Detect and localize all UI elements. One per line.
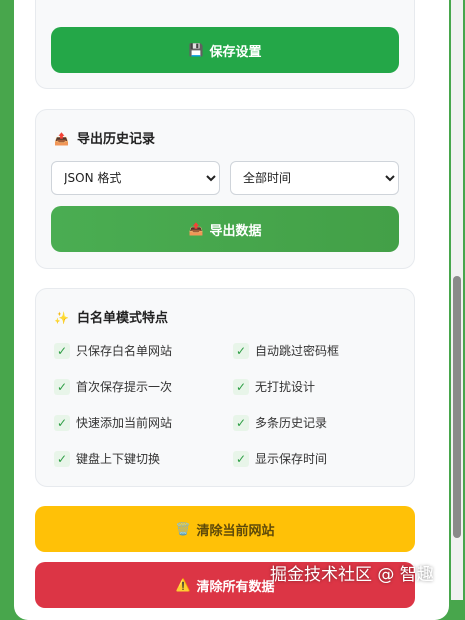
feature-item: ✓ 多条历史记录 <box>233 414 327 431</box>
check-icon: ✓ <box>54 379 70 395</box>
clear-current-site-label: 清除当前网站 <box>196 523 275 539</box>
feature-item: ✓ 键盘上下键切换 <box>54 450 160 467</box>
export-title-text: 导出历史记录 <box>77 132 156 147</box>
check-icon: ✓ <box>54 451 70 467</box>
check-icon: ✓ <box>54 343 70 359</box>
outbox-tray-icon: 📤 <box>188 222 204 236</box>
export-data-label: 导出数据 <box>209 223 262 239</box>
whitelist-title: ✨ 白名单模式特点 <box>54 307 168 326</box>
settings-panel: 💾 保存设置 📤 导出历史记录 JSON 格式 全部时间 📤 导出数据 ✨ 白名单模… <box>14 0 449 620</box>
outbox-tray-icon: 📤 <box>54 132 69 146</box>
scrollbar-thumb[interactable] <box>453 276 461 538</box>
clear-current-site-button[interactable]: 🗑️ 清除当前网站 <box>35 506 415 552</box>
feature-item: ✓ 首次保存提示一次 <box>54 378 172 395</box>
check-icon: ✓ <box>233 451 249 467</box>
export-section: 📤 导出历史记录 JSON 格式 全部时间 📤 导出数据 <box>35 109 415 269</box>
feature-item: ✓ 只保存白名单网站 <box>54 342 172 359</box>
feature-item: ✓ 无打扰设计 <box>233 378 315 395</box>
export-range-select[interactable]: 全部时间 <box>230 161 399 195</box>
feature-item: ✓ 自动跳过密码框 <box>233 342 339 359</box>
check-icon: ✓ <box>54 415 70 431</box>
check-icon: ✓ <box>233 343 249 359</box>
trash-can-icon: 🗑️ <box>175 522 191 536</box>
check-icon: ✓ <box>233 379 249 395</box>
export-format-select[interactable]: JSON 格式 <box>51 161 220 195</box>
warning-icon: ⚠️ <box>175 578 191 592</box>
sparkles-icon: ✨ <box>54 311 69 325</box>
settings-section: 💾 保存设置 <box>35 0 415 89</box>
whitelist-title-text: 白名单模式特点 <box>77 311 169 326</box>
floppy-disk-icon: 💾 <box>188 43 204 57</box>
clear-all-data-label: 清除所有数据 <box>196 579 275 595</box>
watermark: 掘金技术社区 @ 智趣 <box>270 565 434 585</box>
feature-item: ✓ 显示保存时间 <box>233 450 327 467</box>
whitelist-features-section: ✨ 白名单模式特点 ✓ 只保存白名单网站 ✓ 自动跳过密码框 ✓ 首次保存提示一次 ✓ 无… <box>35 288 415 487</box>
save-settings-button[interactable]: 💾 保存设置 <box>51 27 399 73</box>
feature-item: ✓ 快速添加当前网站 <box>54 414 172 431</box>
export-data-button[interactable]: 📤 导出数据 <box>51 206 399 252</box>
check-icon: ✓ <box>233 415 249 431</box>
save-settings-label: 保存设置 <box>209 44 262 60</box>
export-title: 📤 导出历史记录 <box>54 128 155 147</box>
